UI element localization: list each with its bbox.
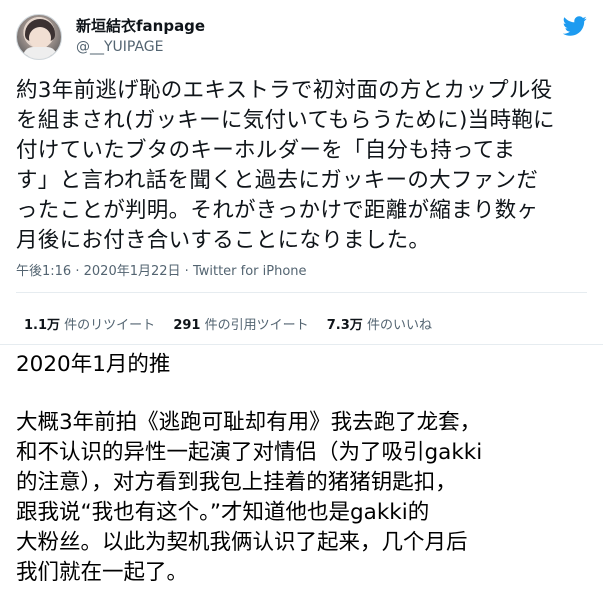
tweet-time[interactable]: 午後1:16 bbox=[16, 264, 71, 279]
likes-label: 件のいいね bbox=[366, 318, 432, 333]
twitter-bird-icon[interactable] bbox=[563, 14, 587, 38]
tweet-text-line: 約3年前逃げ恥のエキストラで初対面の方とカップル役 bbox=[16, 78, 553, 103]
caption-line: 的注意），对方看到我包上挂着的猪猪钥匙扣， bbox=[16, 470, 457, 495]
tweet-stats: 1.1万 件のリツイート 291 件の引用ツイート 7.3万 件のいいね bbox=[24, 314, 446, 333]
tweet-text-line: を組まされ(ガッキーに気付いてもらうために)当時鞄に bbox=[16, 108, 555, 133]
author-names: 新垣結衣fanpage @__YUIPAGE bbox=[76, 16, 205, 57]
retweets-count: 1.1万 bbox=[24, 318, 61, 333]
caption-line: 和不认识的异性一起演了对情侣（为了吸引gakki bbox=[16, 440, 483, 465]
caption-line: 大概3年前拍《逃跑可耻却有用》我去跑了龙套， bbox=[16, 410, 482, 435]
retweets-stat[interactable]: 1.1万 件のリツイート bbox=[24, 318, 159, 333]
quotes-label: 件の引用ツイート bbox=[204, 318, 309, 333]
meta-separator: · bbox=[184, 264, 189, 279]
avatar-body bbox=[23, 47, 57, 59]
caption-line: 大粉丝。以此为契机我俩认识了起来，几个月后 bbox=[16, 530, 468, 555]
caption-title: 2020年1月的推 bbox=[16, 352, 171, 377]
quotes-count: 291 bbox=[173, 318, 201, 333]
avatar-face bbox=[29, 27, 51, 49]
meta-separator: · bbox=[75, 264, 80, 279]
tweet-text-line: ったことが判明。それがきっかけで距離が縮まり数ヶ bbox=[16, 198, 539, 223]
tweet-text-line: 付けていたブタのキーホルダーを「自分も持ってま bbox=[16, 138, 516, 163]
caption-line: 我们就在一起了。 bbox=[16, 560, 189, 585]
avatar[interactable] bbox=[16, 14, 62, 60]
translation-caption: 2020年1月的推 大概3年前拍《逃跑可耻却有用》我去跑了龙套， 和不认识的异性… bbox=[16, 350, 596, 588]
tweet-header: 新垣結衣fanpage @__YUIPAGE bbox=[16, 14, 587, 62]
tweet-source[interactable]: Twitter for iPhone bbox=[193, 264, 307, 279]
tweet-date[interactable]: 2020年1月22日 bbox=[84, 264, 181, 279]
tweet-card: 新垣結衣fanpage @__YUIPAGE 約3年前逃げ恥のエキストラで初対面… bbox=[0, 0, 603, 345]
caption-line: 跟我说“我也有这个。”才知道他也是gakki的 bbox=[16, 500, 430, 525]
likes-stat[interactable]: 7.3万 件のいいね bbox=[327, 318, 432, 333]
user-handle[interactable]: @__YUIPAGE bbox=[76, 37, 205, 57]
tweet-text: 約3年前逃げ恥のエキストラで初対面の方とカップル役 を組まされ(ガッキーに気付い… bbox=[16, 76, 596, 256]
quotes-stat[interactable]: 291 件の引用ツイート bbox=[173, 318, 312, 333]
retweets-label: 件のリツイート bbox=[64, 318, 156, 333]
likes-count: 7.3万 bbox=[326, 318, 363, 333]
display-name[interactable]: 新垣結衣fanpage bbox=[76, 16, 205, 36]
tweet-text-line: す」と言われ話を聞くと過去にガッキーの大ファンだ bbox=[16, 168, 539, 193]
tweet-meta: 午後1:16 · 2020年1月22日 · Twitter for iPhone bbox=[16, 260, 307, 279]
tweet-text-line: 月後にお付き合いすることになりました。 bbox=[16, 228, 431, 253]
stats-divider bbox=[16, 292, 587, 293]
